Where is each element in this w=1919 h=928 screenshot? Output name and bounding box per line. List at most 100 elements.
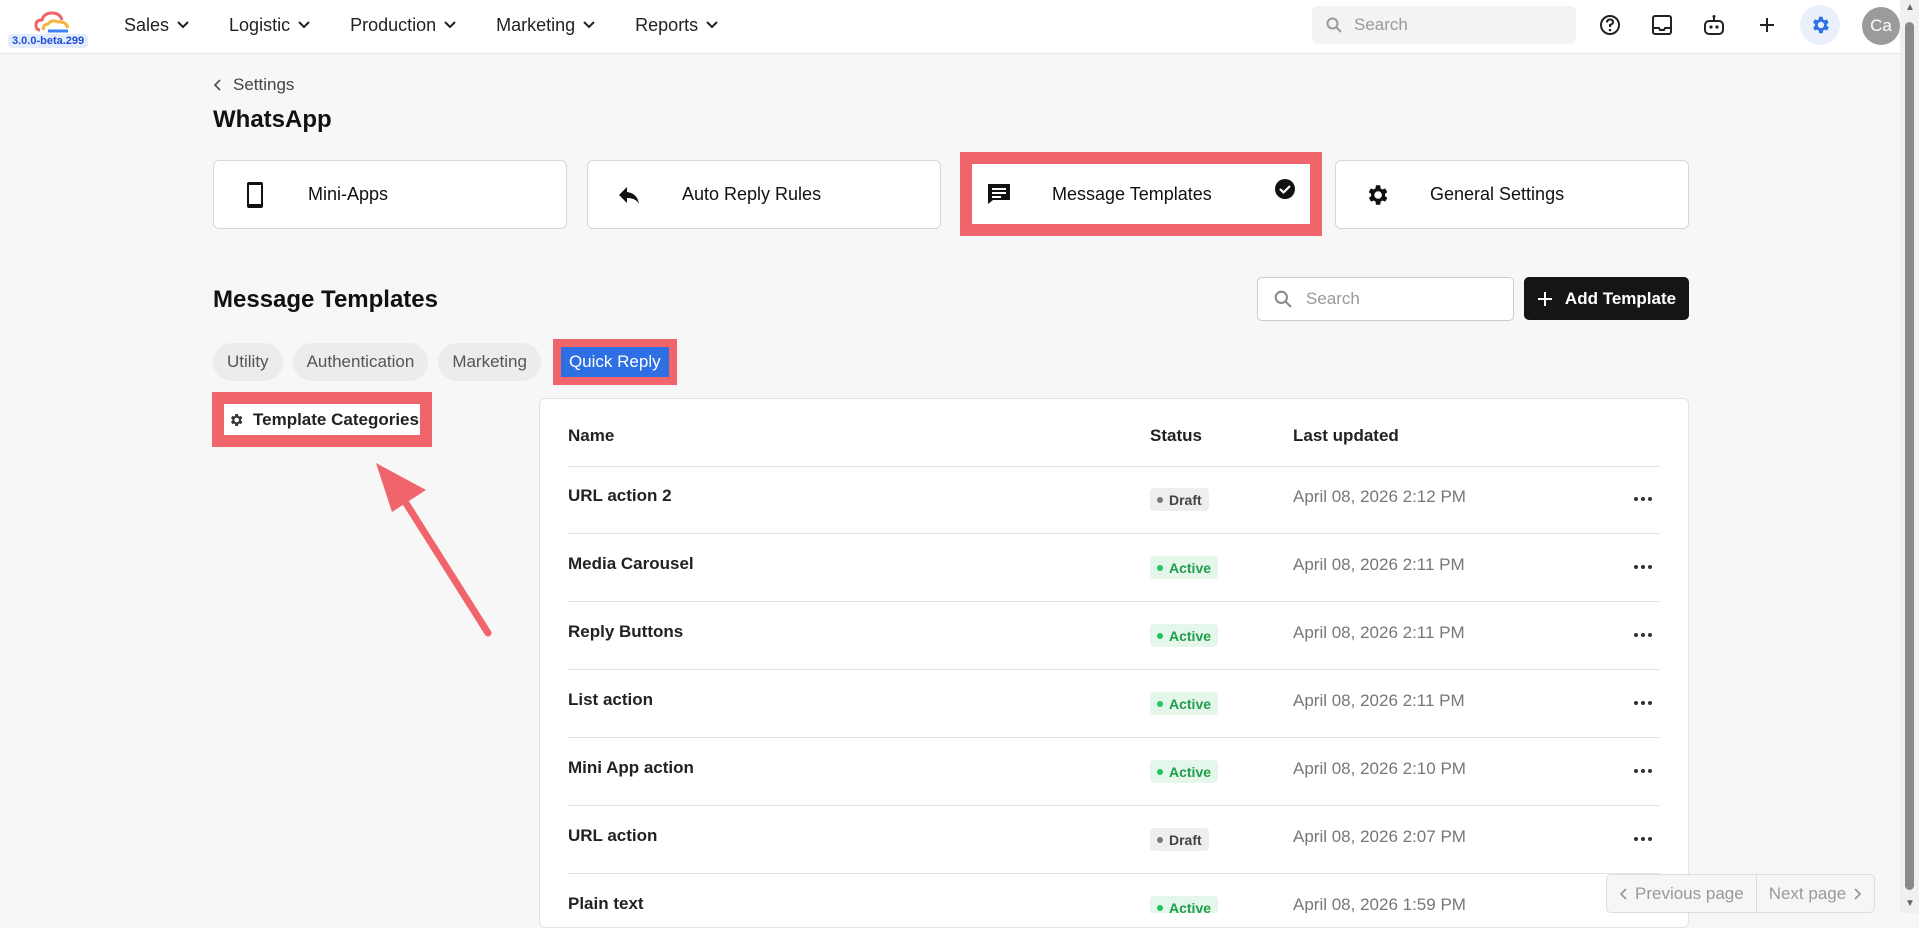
search-icon <box>1326 17 1342 33</box>
status-dot <box>1157 768 1163 775</box>
table-row[interactable]: Plain text Active April 08, 2026 1:59 PM <box>568 874 1660 913</box>
nav-logistic[interactable]: Logistic <box>229 15 310 36</box>
breadcrumb-label: Settings <box>233 75 295 94</box>
status-badge: Active <box>1150 896 1219 914</box>
section-title: Message Templates <box>213 286 438 313</box>
template-categories-button[interactable]: Template Categories <box>212 392 432 447</box>
card-general-settings[interactable]: General Settings <box>1335 160 1689 229</box>
tab-utility[interactable]: Utility <box>213 343 283 381</box>
version-badge: 3.0.0-beta.299 <box>8 34 89 48</box>
chevron-down-icon <box>298 21 310 29</box>
tab-quick-reply-highlight: Quick Reply <box>552 339 677 385</box>
previous-page-label: Previous page <box>1635 883 1744 903</box>
nav-sales[interactable]: Sales <box>124 15 189 36</box>
scrollbar-thumb[interactable] <box>1905 22 1914 890</box>
row-name: URL action <box>568 826 658 845</box>
avatar[interactable]: Ca <box>1862 7 1900 45</box>
more-options-icon[interactable] <box>1628 756 1658 786</box>
card-label: General Settings <box>1430 184 1565 204</box>
nav-label: Production <box>350 14 437 35</box>
table-row[interactable]: URL action 2 Draft April 08, 2026 2:12 P… <box>568 466 1660 534</box>
nav-label: Reports <box>635 14 699 35</box>
status-text: Active <box>1169 899 1212 914</box>
row-date: April 08, 2026 2:11 PM <box>1293 555 1465 574</box>
inbox-icon[interactable] <box>1648 11 1676 39</box>
breadcrumb[interactable]: Settings <box>213 75 294 95</box>
more-options-icon[interactable] <box>1628 484 1658 514</box>
column-status-header[interactable]: Status <box>1150 426 1202 446</box>
reply-icon <box>614 180 644 210</box>
row-name: Media Carousel <box>568 554 694 573</box>
card-message-templates[interactable]: Message Templates <box>960 152 1322 236</box>
row-name: Plain text <box>568 894 644 913</box>
template-categories-label: Template Categories <box>253 409 419 429</box>
template-type-tabs: Utility Authentication Marketing Quick R… <box>213 339 677 385</box>
status-badge: Draft <box>1150 488 1209 511</box>
table-row[interactable]: Reply Buttons Active April 08, 2026 2:11… <box>568 602 1660 670</box>
status-dot <box>1157 836 1163 843</box>
more-options-icon[interactable] <box>1628 688 1658 718</box>
column-name-header[interactable]: Name <box>568 426 614 446</box>
status-dot <box>1157 632 1163 639</box>
row-date: April 08, 2026 2:12 PM <box>1293 487 1466 506</box>
row-date: April 08, 2026 2:07 PM <box>1293 827 1466 846</box>
nav-production[interactable]: Production <box>350 15 456 36</box>
tab-quick-reply[interactable]: Quick Reply <box>560 347 669 377</box>
table-row[interactable]: List action Active April 08, 2026 2:11 P… <box>568 670 1660 738</box>
row-date: April 08, 2026 2:10 PM <box>1293 759 1466 778</box>
tab-marketing[interactable]: Marketing <box>438 343 541 381</box>
more-options-icon[interactable] <box>1628 824 1658 854</box>
global-search-input[interactable]: Search <box>1312 6 1576 44</box>
scroll-down-icon[interactable]: ▼ <box>1903 898 1917 910</box>
column-updated-header[interactable]: Last updated <box>1293 426 1399 446</box>
row-name: URL action 2 <box>568 486 672 505</box>
plus-icon <box>1537 291 1552 306</box>
nav-label: Logistic <box>229 14 291 35</box>
top-navigation-bar: 3.0.0-beta.299 Sales Logistic Production… <box>0 0 1900 54</box>
row-name: Reply Buttons <box>568 622 684 641</box>
table-row[interactable]: Media Carousel Active April 08, 2026 2:1… <box>568 534 1660 602</box>
chevron-down-icon <box>583 21 595 29</box>
tab-authentication[interactable]: Authentication <box>292 343 429 381</box>
chevron-right-icon <box>1854 887 1862 900</box>
chevron-left-icon <box>213 79 221 91</box>
status-dot <box>1157 904 1163 911</box>
template-search-input[interactable]: Search <box>1257 277 1514 321</box>
next-page-button[interactable]: Next page <box>1755 875 1875 912</box>
status-badge: Draft <box>1150 828 1209 851</box>
plus-icon[interactable] <box>1753 11 1781 39</box>
check-circle-icon <box>1274 178 1296 205</box>
next-page-label: Next page <box>1768 883 1847 903</box>
status-dot <box>1157 564 1163 571</box>
help-icon[interactable] <box>1596 11 1624 39</box>
status-badge: Active <box>1150 556 1219 579</box>
more-options-icon[interactable] <box>1628 620 1658 650</box>
main-nav: Sales Logistic Production Marketing Repo… <box>124 0 758 50</box>
status-badge: Active <box>1150 624 1219 647</box>
chevron-down-icon <box>177 21 189 29</box>
table-row[interactable]: URL action Draft April 08, 2026 2:07 PM <box>568 806 1660 874</box>
more-options-icon[interactable] <box>1628 552 1658 582</box>
add-template-button[interactable]: Add Template <box>1524 277 1689 320</box>
status-text: Active <box>1169 763 1212 780</box>
annotation-arrow-icon <box>376 463 492 637</box>
cloud-logo-icon[interactable] <box>34 10 72 34</box>
table-row[interactable]: Mini App action Active April 08, 2026 2:… <box>568 738 1660 806</box>
card-label: Mini-Apps <box>308 184 389 204</box>
card-auto-reply-rules[interactable]: Auto Reply Rules <box>587 160 941 229</box>
row-name: List action <box>568 690 654 709</box>
smartphone-icon <box>240 180 270 210</box>
settings-gear-icon[interactable] <box>1800 5 1840 45</box>
bot-icon[interactable] <box>1700 11 1728 39</box>
status-dot <box>1157 496 1163 503</box>
page-title: WhatsApp <box>213 106 332 133</box>
nav-marketing[interactable]: Marketing <box>496 15 595 36</box>
nav-reports[interactable]: Reports <box>635 15 718 36</box>
nav-label: Marketing <box>496 14 576 35</box>
status-text: Active <box>1169 559 1212 576</box>
card-mini-apps[interactable]: Mini-Apps <box>213 160 567 229</box>
row-date: April 08, 2026 1:59 PM <box>1293 895 1466 913</box>
row-date: April 08, 2026 2:11 PM <box>1293 623 1465 642</box>
scroll-up-icon[interactable]: ▲ <box>1903 2 1917 14</box>
previous-page-button[interactable]: Previous page <box>1607 875 1756 912</box>
